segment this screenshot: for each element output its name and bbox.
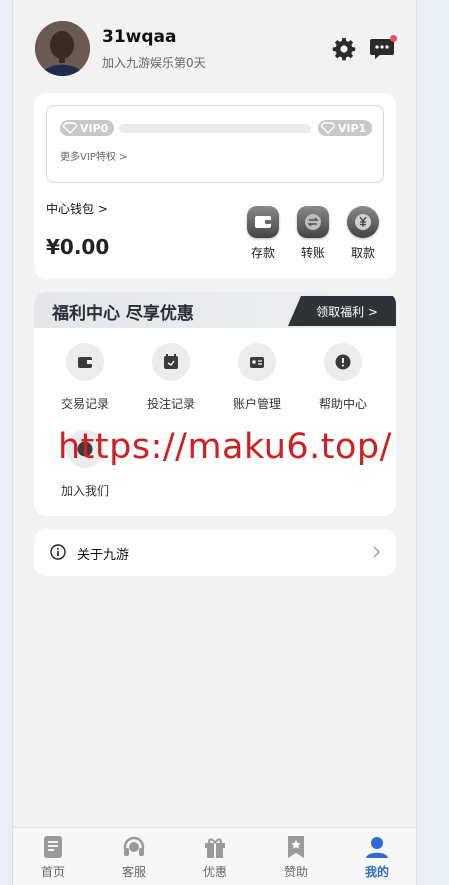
username: 31wqaa bbox=[102, 27, 177, 47]
wallet-icon bbox=[247, 206, 279, 238]
vip-progress-bar bbox=[119, 124, 311, 133]
vip-current-badge: VIP0 bbox=[60, 120, 115, 136]
help-center-item[interactable]: 帮助中心 bbox=[303, 343, 383, 412]
chat-bubble-icon[interactable] bbox=[369, 35, 397, 62]
vip-next-badge: VIP1 bbox=[318, 120, 373, 136]
deposit-button[interactable]: 存款 bbox=[243, 206, 283, 261]
info-icon bbox=[50, 544, 66, 560]
exclamation-icon bbox=[324, 343, 362, 381]
nav-sponsorship[interactable]: 赞助 bbox=[266, 834, 326, 880]
diamond-icon bbox=[63, 122, 77, 134]
diamond-icon bbox=[321, 122, 335, 134]
welfare-card: 福利中心 尽享优惠 领取福利 > 交易记录 投注记录 账户管理 帮助中心 加入我… bbox=[34, 292, 396, 516]
bookmark-star-icon bbox=[266, 834, 326, 860]
transaction-records-item[interactable]: 交易记录 bbox=[45, 343, 125, 412]
wallet-record-icon bbox=[66, 343, 104, 381]
nav-home[interactable]: 首页 bbox=[23, 834, 83, 880]
nav-mine[interactable]: 我的 bbox=[347, 834, 407, 880]
transfer-icon bbox=[297, 206, 329, 238]
account-management-item[interactable]: 账户管理 bbox=[217, 343, 297, 412]
vip-panel[interactable]: VIP0 VIP1 更多VIP特权 > bbox=[46, 105, 384, 183]
gift-icon bbox=[185, 834, 245, 860]
about-row[interactable]: 关于九游 bbox=[34, 529, 396, 576]
vip-more-link[interactable]: 更多VIP特权 > bbox=[60, 148, 127, 163]
bet-records-item[interactable]: 投注记录 bbox=[131, 343, 211, 412]
wallet-card: VIP0 VIP1 更多VIP特权 > 中心钱包 > ¥0.00 存款 转账 取… bbox=[34, 93, 396, 279]
chevron-right-icon bbox=[373, 546, 380, 558]
welfare-title: 福利中心 尽享优惠 bbox=[52, 304, 194, 324]
headset-icon bbox=[104, 834, 164, 860]
nav-customer-service[interactable]: 客服 bbox=[104, 834, 164, 880]
bottom-nav: 首页 客服 优惠 赞助 我的 bbox=[13, 827, 416, 885]
about-label: 关于九游 bbox=[77, 548, 130, 563]
yuan-coin-icon bbox=[347, 206, 379, 238]
transfer-button[interactable]: 转账 bbox=[293, 206, 333, 261]
document-icon bbox=[23, 834, 83, 860]
notification-dot bbox=[390, 35, 397, 42]
calendar-icon bbox=[152, 343, 190, 381]
avatar[interactable] bbox=[35, 21, 90, 76]
gear-icon[interactable] bbox=[331, 36, 357, 62]
joined-days-text: 加入九游娱乐第0天 bbox=[102, 56, 206, 70]
app-screen: 31wqaa 加入九游娱乐第0天 VIP0 VIP1 更多VIP特权 > 中心钱… bbox=[12, 0, 417, 885]
id-card-icon bbox=[238, 343, 276, 381]
wallet-balance: ¥0.00 bbox=[46, 235, 110, 259]
claim-benefits-button[interactable]: 领取福利 > bbox=[288, 296, 396, 326]
withdraw-button[interactable]: 取款 bbox=[343, 206, 383, 261]
welfare-header: 福利中心 尽享优惠 领取福利 > bbox=[34, 292, 396, 328]
url-watermark: https://maku6.top/ bbox=[58, 427, 392, 467]
wallet-title[interactable]: 中心钱包 > bbox=[46, 200, 108, 217]
user-icon bbox=[347, 834, 407, 860]
nav-promotions[interactable]: 优惠 bbox=[185, 834, 245, 880]
